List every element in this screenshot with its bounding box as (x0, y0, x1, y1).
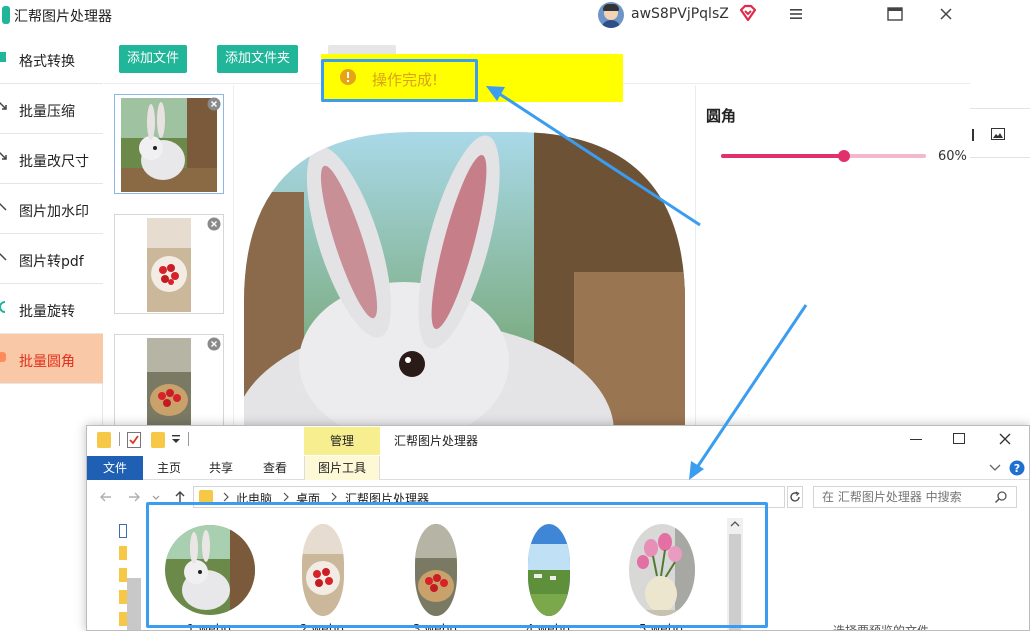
round-corner-icon (0, 352, 6, 362)
svg-text:?: ? (1014, 462, 1020, 475)
tab-share[interactable]: 共享 (197, 456, 245, 480)
nav-item-icon[interactable] (119, 524, 127, 538)
ribbon-tabs: 文件 主页 共享 查看 图片工具 (87, 456, 1029, 480)
vip-diamond-icon[interactable] (738, 3, 758, 23)
title-bar: 汇帮图片处理器 awS8PVjPqlsZ (0, 0, 970, 32)
sidebar-item-label: 批量圆角 (19, 354, 75, 370)
sidebar-item-label: 批量压缩 (19, 104, 75, 120)
manage-context-tab[interactable]: 管理 (304, 427, 380, 455)
rabbit-preview-image (244, 132, 685, 435)
properties-check-icon[interactable] (127, 432, 141, 448)
folder-icon[interactable] (119, 546, 127, 560)
maximize-icon[interactable] (953, 433, 965, 444)
thumbnail-strawberries-plate[interactable] (114, 214, 224, 314)
nav-scrollbar[interactable] (127, 578, 141, 630)
image-preview (235, 85, 695, 435)
sidebar-item-label: 图片加水印 (19, 204, 89, 220)
corner-radius-slider[interactable] (721, 150, 926, 162)
remove-thumbnail-icon[interactable] (207, 97, 221, 111)
side-toolbar (970, 108, 1030, 158)
properties-panel: 圆角 60% (695, 85, 970, 435)
refresh-button[interactable] (787, 486, 803, 508)
divider (188, 432, 189, 446)
explorer-window-title: 汇帮图片处理器 (394, 434, 479, 448)
thumbnail-strawberries-basket[interactable] (114, 334, 224, 434)
app-logo-icon (2, 6, 10, 24)
customize-dropdown-icon[interactable] (171, 433, 181, 445)
slider-fill (721, 154, 844, 158)
forward-arrow-icon[interactable] (127, 490, 141, 504)
strawberries-basket-image (147, 338, 191, 432)
sidebar-item-rotate[interactable]: 批量旋转 (0, 284, 103, 334)
toast-highlight-box (321, 59, 478, 102)
to-pdf-icon (0, 252, 7, 261)
folder-icon[interactable] (97, 432, 111, 448)
username[interactable]: awS8PVjPqlsZ (631, 6, 729, 22)
folder-icon[interactable] (119, 568, 127, 582)
slider-handle[interactable] (838, 150, 850, 162)
sidebar-item-label: 批量改尺寸 (19, 154, 89, 170)
quick-access-toolbar: 管理 汇帮图片处理器 (87, 426, 1029, 456)
folder-icon[interactable] (119, 612, 127, 626)
format-convert-icon (0, 52, 6, 62)
chevron-down-icon[interactable] (989, 463, 1001, 473)
search-box[interactable] (813, 486, 1017, 508)
sidebar-item-label: 批量旋转 (19, 304, 75, 320)
thumbnail-list (104, 85, 234, 435)
folder-icon[interactable] (119, 590, 127, 604)
corner-radius-value: 60% (938, 149, 967, 164)
preview-pane-hint: 选择要预览的文件。 (833, 624, 942, 631)
tab-file[interactable]: 文件 (87, 456, 143, 480)
maximize-icon[interactable] (886, 6, 904, 22)
divider (972, 129, 974, 141)
refresh-icon (790, 491, 800, 502)
minimize-icon[interactable] (910, 439, 922, 440)
sidebar: 格式转换 批量压缩 批量改尺寸 图片加水印 图片转pdf 批量旋转 批量圆角 (0, 34, 103, 434)
add-folder-button[interactable]: 添加文件夹 (217, 45, 298, 73)
tab-home[interactable]: 主页 (145, 456, 193, 480)
new-folder-icon[interactable] (151, 432, 165, 448)
sidebar-item-label: 图片转pdf (19, 254, 84, 270)
remove-thumbnail-icon[interactable] (207, 217, 221, 231)
sidebar-item-round-corner[interactable]: 批量圆角 (0, 334, 103, 384)
rabbit-image (121, 98, 217, 192)
add-file-button[interactable]: 添加文件 (119, 45, 187, 73)
remove-thumbnail-icon[interactable] (207, 337, 221, 351)
tab-picture-tools[interactable]: 图片工具 (304, 456, 380, 480)
app-title: 汇帮图片处理器 (14, 9, 112, 25)
search-icon[interactable] (994, 490, 1008, 504)
rotate-icon (0, 301, 6, 313)
back-arrow-icon[interactable] (99, 490, 113, 504)
sidebar-item-watermark[interactable]: 图片加水印 (0, 184, 103, 234)
close-icon[interactable] (938, 6, 954, 22)
help-icon[interactable]: ? (1009, 460, 1025, 476)
resize-icon (0, 151, 7, 160)
corner-radius-title: 圆角 (706, 107, 737, 125)
sidebar-item-label: 格式转换 (19, 54, 75, 70)
thumbnail-rabbit[interactable] (114, 94, 224, 194)
menu-icon[interactable] (788, 6, 804, 22)
sidebar-item-compress[interactable]: 批量压缩 (0, 84, 103, 134)
search-input[interactable] (822, 490, 992, 504)
watermark-icon (0, 202, 7, 211)
image-icon[interactable] (991, 128, 1005, 140)
sidebar-item-to-pdf[interactable]: 图片转pdf (0, 234, 103, 284)
user-avatar[interactable] (598, 2, 624, 28)
sidebar-item-resize[interactable]: 批量改尺寸 (0, 134, 103, 184)
files-highlight-box (146, 502, 768, 628)
divider (119, 432, 120, 446)
sidebar-item-format-convert[interactable]: 格式转换 (0, 34, 103, 84)
close-icon[interactable] (998, 432, 1012, 446)
strawberries-plate-image (147, 218, 191, 312)
tab-view[interactable]: 查看 (251, 456, 299, 480)
compress-icon (0, 101, 7, 110)
